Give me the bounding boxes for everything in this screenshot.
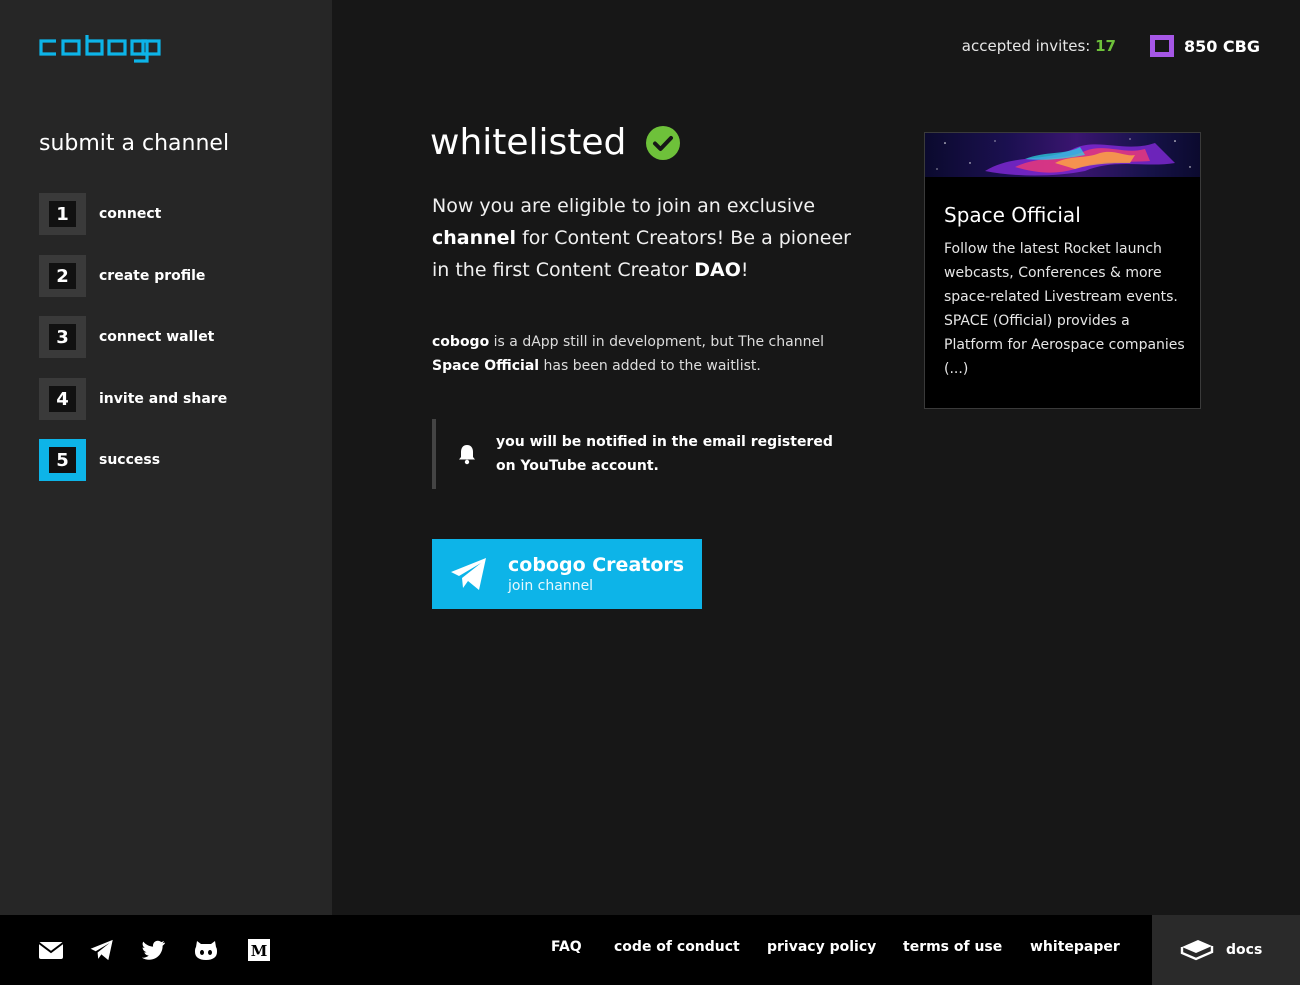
step-number-box: 1 [39, 193, 86, 235]
notice-text: you will be notified in the email regist… [496, 434, 833, 474]
step-number-box: 4 [39, 378, 86, 420]
lead-text: Now you are eligible to join an exclusiv… [432, 195, 851, 281]
step-number: 2 [49, 263, 76, 289]
channel-title: Space Official [944, 203, 1081, 227]
main-content: accepted invites: 17 850 CBG whitelisted… [332, 0, 1300, 915]
step-invite-and-share[interactable]: 4 invite and share [39, 378, 227, 420]
channel-description: Follow the latest Rocket launch webcasts… [944, 241, 1185, 377]
join-subtitle: join channel [508, 578, 594, 594]
email-icon[interactable] [38, 937, 64, 963]
accepted-invites: accepted invites: 17 [962, 37, 1116, 55]
footer-link-terms-of-use[interactable]: terms of use [903, 939, 1002, 955]
footer: M FAQ code of conduct privacy policy ter… [0, 915, 1300, 985]
token-icon [1149, 35, 1174, 57]
footer-link-privacy-policy[interactable]: privacy policy [767, 939, 876, 955]
cobogo-logo[interactable] [39, 34, 161, 68]
sidebar-title: submit a channel [39, 131, 230, 156]
step-number-box: 3 [39, 316, 86, 358]
status-header: whitelisted [430, 122, 681, 163]
check-circle-icon [646, 125, 681, 160]
docs-label: docs [1226, 942, 1263, 958]
twitter-icon[interactable] [141, 937, 167, 963]
waitlist-info: cobogo is a dApp still in development, b… [432, 334, 824, 374]
step-label: connect wallet [99, 329, 215, 345]
github-icon[interactable] [193, 937, 219, 963]
bell-icon [459, 445, 475, 465]
step-number-box: 5 [39, 439, 86, 481]
balance-value: 850 CBG [1183, 36, 1260, 56]
sidebar: submit a channel 1 connect 2 create prof… [0, 0, 332, 915]
telegram-icon[interactable] [89, 937, 115, 963]
step-number: 5 [49, 447, 76, 473]
medium-icon[interactable]: M [246, 937, 272, 963]
footer-link-whitepaper[interactable]: whitepaper [1030, 939, 1120, 955]
step-create-profile[interactable]: 2 create profile [39, 255, 205, 297]
channel-card[interactable]: Space Official Follow the latest Rocket … [924, 132, 1201, 409]
invites-count: 17 [1095, 37, 1116, 55]
footer-link-code-of-conduct[interactable]: code of conduct [614, 939, 740, 955]
telegram-plane-icon [451, 558, 486, 590]
token-balance[interactable]: 850 CBG [1149, 35, 1260, 57]
channel-banner-image [925, 133, 1200, 177]
notification-notice: you will be notified in the email regist… [432, 419, 852, 489]
invites-label: accepted invites: [961, 37, 1091, 55]
step-label: success [99, 452, 161, 468]
step-label: invite and share [99, 391, 228, 407]
step-label: connect [99, 206, 162, 222]
step-number: 4 [49, 386, 76, 412]
step-number: 1 [49, 201, 76, 227]
step-number: 3 [49, 324, 76, 350]
step-label: create profile [99, 268, 206, 284]
page-title: whitelisted [430, 122, 627, 163]
footer-link-faq[interactable]: FAQ [551, 939, 582, 955]
step-connect[interactable]: 1 connect [39, 193, 161, 235]
docs-button[interactable]: docs [1152, 915, 1300, 985]
step-connect-wallet[interactable]: 3 connect wallet [39, 316, 214, 358]
step-success[interactable]: 5 success [39, 439, 160, 481]
logo-wordmark [39, 35, 161, 63]
step-number-box: 2 [39, 255, 86, 297]
join-channel-button[interactable]: cobogo Creators join channel [432, 539, 702, 609]
book-icon [1180, 940, 1214, 961]
join-title: cobogo Creators [508, 554, 685, 576]
svg-text:M: M [251, 942, 268, 960]
